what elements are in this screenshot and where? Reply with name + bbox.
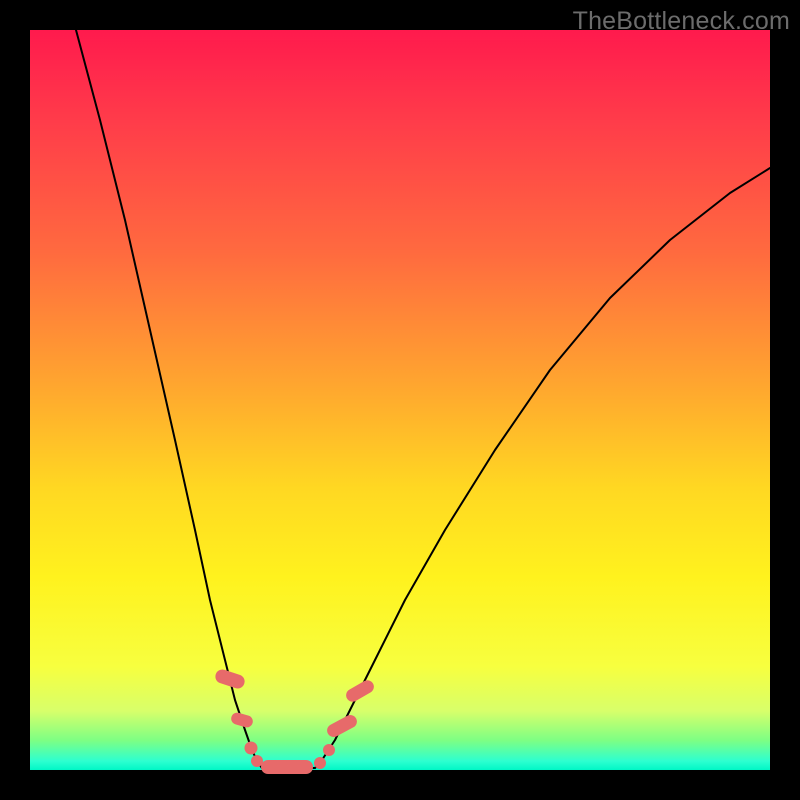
marker-dot-3 <box>251 755 263 767</box>
marker-dot-6 <box>323 744 335 756</box>
marker-pill-1 <box>230 711 254 729</box>
marker-pill-7 <box>325 713 359 740</box>
marker-pill-8 <box>344 678 376 704</box>
series-left-branch <box>76 30 262 768</box>
plot-area <box>30 30 770 770</box>
series-right-branch <box>315 168 770 768</box>
marker-pill-0 <box>214 668 247 691</box>
marker-dot-2 <box>245 742 258 755</box>
curve-svg <box>30 30 770 770</box>
chart-frame: TheBottleneck.com <box>0 0 800 800</box>
marker-dot-5 <box>314 757 326 769</box>
marker-pill-4 <box>261 760 313 774</box>
